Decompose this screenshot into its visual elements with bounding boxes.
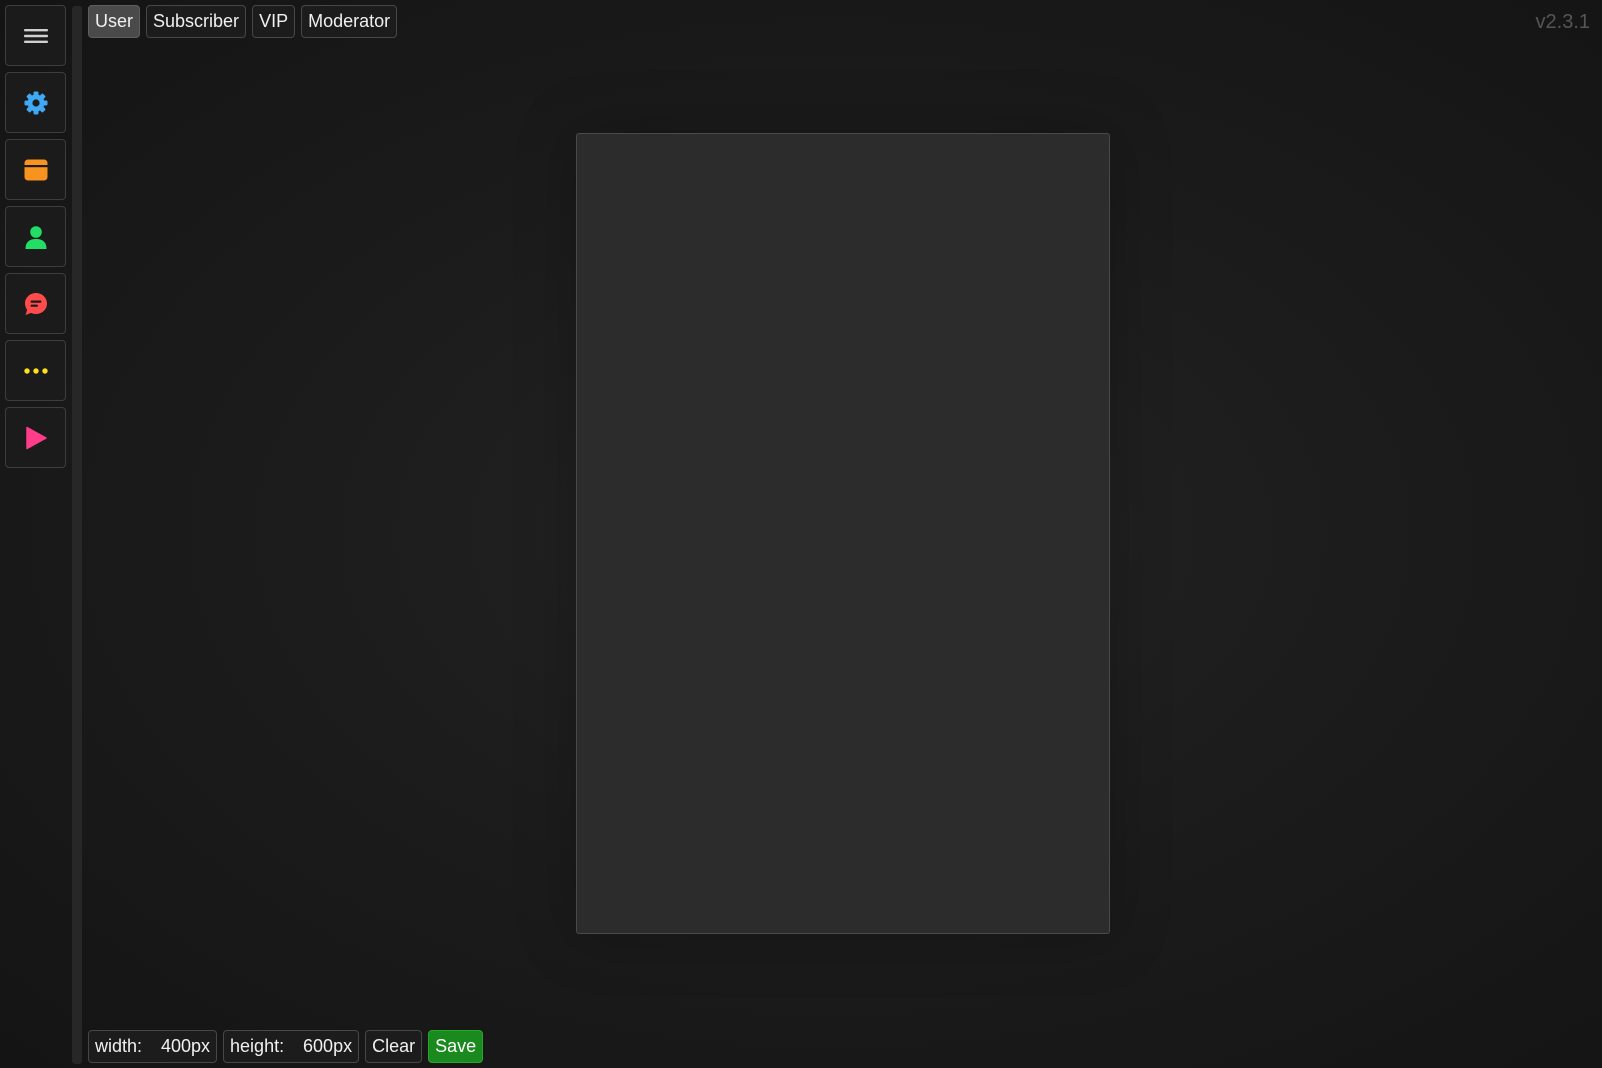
version-label: v2.3.1	[1535, 11, 1590, 33]
tab-subscriber[interactable]: Subscriber	[146, 5, 247, 38]
width-input[interactable]	[142, 1036, 211, 1057]
window-icon	[24, 159, 47, 180]
chat-bubble-icon	[24, 292, 47, 315]
gear-icon	[24, 91, 47, 114]
sidebar-divider[interactable]	[72, 6, 82, 1064]
more-button[interactable]	[5, 340, 66, 401]
tab-user[interactable]: User	[88, 5, 141, 38]
width-label: width:	[95, 1036, 143, 1056]
window-button[interactable]	[5, 139, 66, 200]
height-control: height:	[223, 1030, 360, 1063]
user-button[interactable]	[5, 206, 66, 267]
clear-button[interactable]: Clear	[365, 1030, 423, 1063]
more-dots-icon	[23, 367, 48, 374]
size-toolbar: width: height: Clear Save	[88, 1030, 484, 1063]
role-tabs: User Subscriber VIP Moderator	[88, 5, 398, 38]
height-input[interactable]	[284, 1036, 353, 1057]
hamburger-menu-icon	[23, 28, 48, 43]
play-button[interactable]	[5, 407, 66, 468]
tab-moderator[interactable]: Moderator	[301, 5, 398, 38]
tab-vip[interactable]: VIP	[252, 5, 296, 38]
settings-button[interactable]	[5, 72, 66, 133]
width-control: width:	[88, 1030, 218, 1063]
preview-canvas[interactable]	[576, 133, 1110, 934]
play-icon	[25, 426, 47, 449]
menu-button[interactable]	[5, 5, 66, 66]
user-icon	[25, 225, 46, 249]
save-button[interactable]: Save	[428, 1030, 484, 1063]
sidebar	[0, 0, 72, 1068]
height-label: height:	[230, 1036, 285, 1056]
chat-button[interactable]	[5, 273, 66, 334]
